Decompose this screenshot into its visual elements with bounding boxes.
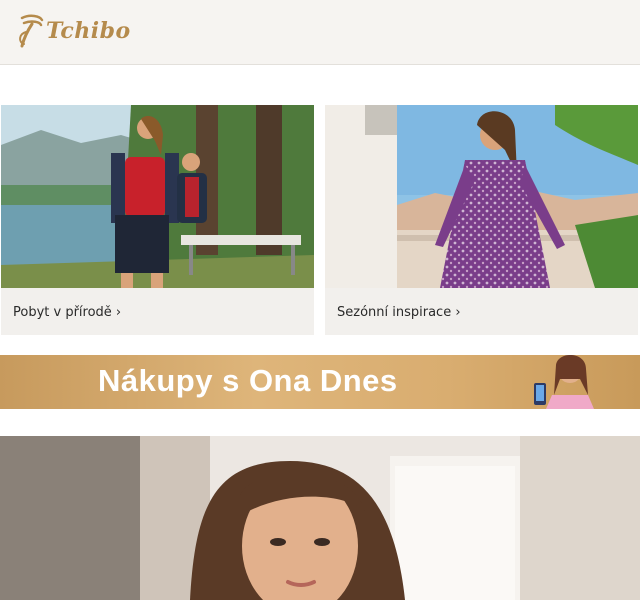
category-tiles: Pobyt v přírodě › Sezónní inspirace › — [0, 105, 640, 335]
site-header: Tchibo — [0, 0, 640, 65]
tile-outdoor[interactable]: Pobyt v přírodě › — [1, 105, 314, 335]
ona-dnes-banner[interactable]: Nákupy s Ona Dnes — [0, 355, 640, 409]
tile-seasonal-label[interactable]: Sezónní inspirace › — [337, 305, 461, 320]
tchibo-logo[interactable]: Tchibo — [16, 14, 131, 48]
hero-photo — [0, 436, 640, 600]
logo-text: Tchibo — [46, 18, 131, 44]
hero-banner[interactable] — [0, 436, 640, 600]
banner-model-photo — [534, 355, 594, 409]
coffee-bean-icon — [19, 14, 44, 48]
banner-title: Nákupy s Ona Dnes — [98, 363, 398, 398]
tile-seasonal[interactable]: Sezónní inspirace › — [325, 105, 638, 335]
outdoor-photo — [1, 105, 314, 288]
seasonal-photo — [325, 105, 638, 288]
tile-outdoor-label[interactable]: Pobyt v přírodě › — [13, 305, 121, 320]
